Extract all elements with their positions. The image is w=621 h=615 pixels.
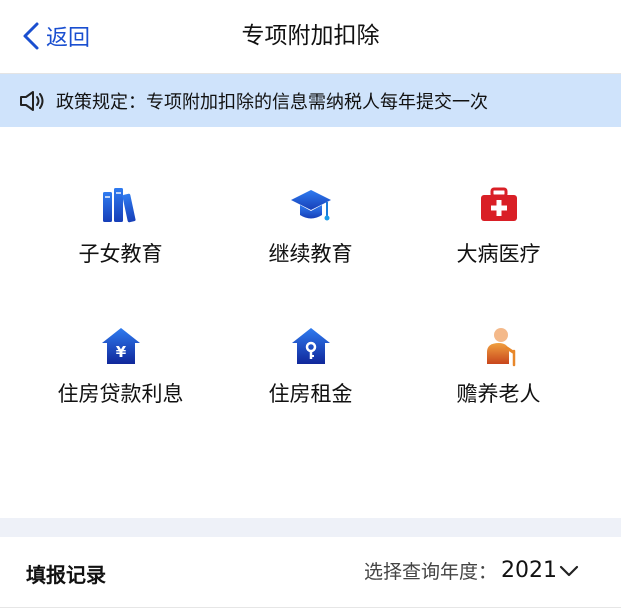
year-value: 2021	[501, 558, 557, 583]
chevron-down-icon	[559, 565, 579, 576]
item-label: 子女教育	[78, 242, 163, 266]
records-bar: 填报记录 选择查询年度： 2021	[0, 537, 621, 608]
item-label: 住房贷款利息	[57, 382, 184, 406]
records-title: 填报记录	[26, 563, 106, 587]
elderly-person-icon	[486, 328, 515, 367]
notice-text: 政策规定：专项附加扣除的信息需纳税人每年提交一次	[56, 91, 488, 113]
deduction-grid: 子女教育 继续教育 大病医疗 ¥ 住房贷款利息 住房租金 赡养老人	[0, 128, 621, 518]
house-key-icon	[291, 328, 330, 364]
house-yuan-icon: ¥	[101, 328, 140, 364]
item-label: 住房租金	[268, 382, 353, 406]
year-prompt: 选择查询年度：	[363, 561, 497, 583]
item-continuing-education[interactable]: 继续教育	[207, 184, 414, 294]
item-housing-loan-interest[interactable]: ¥ 住房贷款利息	[17, 324, 224, 434]
policy-notice: 政策规定：专项附加扣除的信息需纳税人每年提交一次	[0, 74, 621, 127]
books-icon	[102, 188, 136, 223]
section-divider	[0, 518, 621, 537]
item-elderly-support[interactable]: 赡养老人	[395, 324, 602, 434]
item-serious-illness-medical[interactable]: 大病医疗	[395, 184, 602, 294]
item-children-education[interactable]: 子女教育	[17, 184, 224, 294]
item-label: 赡养老人	[456, 382, 541, 406]
graduation-cap-icon	[290, 190, 331, 221]
svg-text:¥: ¥	[115, 343, 126, 361]
year-selector[interactable]: 选择查询年度： 2021	[364, 557, 579, 584]
speaker-icon	[20, 90, 44, 111]
page-title: 专项附加扣除	[241, 23, 380, 49]
item-housing-rent[interactable]: 住房租金	[207, 324, 414, 434]
item-label: 继续教育	[268, 242, 353, 266]
medical-kit-icon	[480, 187, 517, 221]
item-label: 大病医疗	[456, 242, 541, 266]
nav-bar: 返回 专项附加扣除	[0, 0, 621, 74]
